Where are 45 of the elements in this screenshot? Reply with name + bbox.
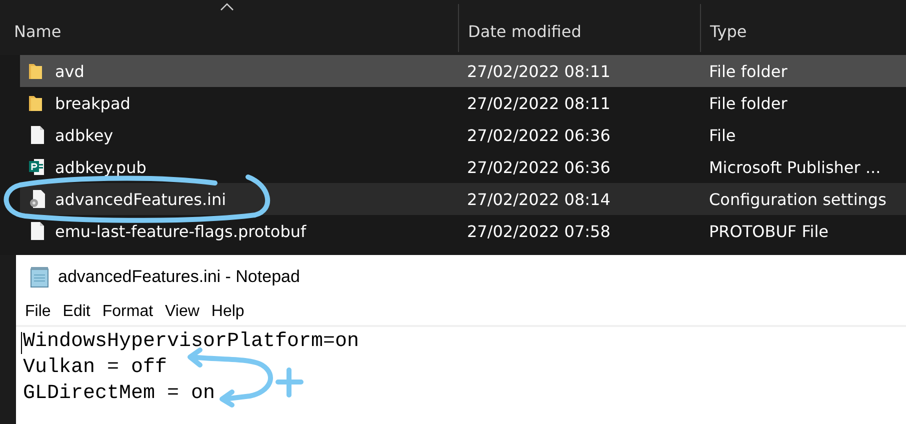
file-row[interactable]: breakpad 27/02/2022 08:11 File folder bbox=[20, 87, 906, 119]
file-name: emu-last-feature-flags.protobuf bbox=[55, 222, 308, 240]
settings-file-icon bbox=[28, 189, 46, 209]
window-title: advancedFeatures.ini - Notepad bbox=[58, 267, 300, 287]
file-row[interactable]: advancedFeatures.ini 27/02/2022 08:14 Configuration settings bbox=[20, 183, 906, 215]
file-icon bbox=[28, 221, 46, 241]
file-icon bbox=[28, 125, 46, 145]
column-header[interactable]: Name bbox=[0, 4, 458, 52]
file-name: avd bbox=[55, 62, 86, 80]
text-cursor bbox=[21, 332, 22, 354]
date-modified: 27/02/2022 08:11 bbox=[467, 94, 612, 112]
file-type: Configuration settings bbox=[709, 190, 888, 208]
text-line: Vulkan = off bbox=[23, 355, 168, 381]
file-name: adbkey.pub bbox=[55, 158, 148, 176]
file-type: File bbox=[709, 126, 737, 144]
date-modified: 27/02/2022 08:14 bbox=[467, 190, 612, 208]
menu-item[interactable]: Edit bbox=[62, 303, 92, 321]
date-modified: 27/02/2022 08:11 bbox=[467, 62, 612, 80]
file-row[interactable]: avd 27/02/2022 08:11 File folder bbox=[20, 55, 906, 87]
file-row[interactable]: adbkey.pub 27/02/2022 06:36 Microsoft Publisher ... bbox=[20, 151, 906, 183]
column-header[interactable]: Date modified bbox=[458, 4, 700, 52]
text-editor[interactable]: WindowsHypervisorPlatform=on Vulkan = off GLDirectMem = on bbox=[16, 327, 906, 407]
file-name: advancedFeatures.ini bbox=[55, 190, 228, 208]
sort-caret-icon bbox=[220, 3, 234, 11]
file-type: File folder bbox=[709, 62, 788, 80]
file-name: breakpad bbox=[55, 94, 132, 112]
text-line: WindowsHypervisorPlatform=on bbox=[23, 329, 360, 355]
file-type: Microsoft Publisher ... bbox=[709, 158, 882, 176]
plus-mark bbox=[276, 368, 304, 398]
text-line: GLDirectMem = on bbox=[23, 381, 216, 407]
menu-item[interactable]: Help bbox=[210, 303, 246, 321]
menu-item[interactable]: File bbox=[24, 303, 52, 321]
menu-item[interactable]: View bbox=[164, 303, 200, 321]
menu-item[interactable]: Format bbox=[101, 303, 154, 321]
file-name: adbkey bbox=[55, 126, 114, 144]
date-modified: 27/02/2022 06:36 bbox=[467, 126, 612, 144]
file-type: File folder bbox=[709, 94, 788, 112]
file-type: PROTOBUF File bbox=[709, 222, 830, 240]
date-modified: 27/02/2022 07:58 bbox=[467, 222, 612, 240]
date-modified: 27/02/2022 06:36 bbox=[467, 158, 612, 176]
publisher-file-icon bbox=[28, 157, 46, 177]
notepad-icon bbox=[30, 266, 50, 288]
column-header[interactable]: Type bbox=[700, 4, 906, 52]
file-row[interactable]: adbkey 27/02/2022 06:36 File bbox=[20, 119, 906, 151]
file-row[interactable]: emu-last-feature-flags.protobuf 27/02/2022 07:58 PROTOBUF File bbox=[20, 215, 906, 247]
